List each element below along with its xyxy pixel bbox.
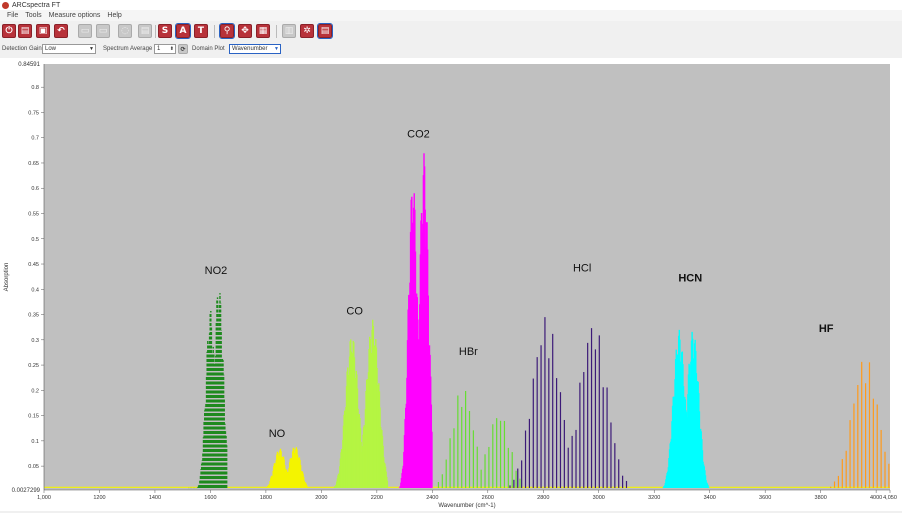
annotation-co2: CO2 (407, 129, 430, 141)
x-tick-label: 2600 (482, 495, 494, 501)
y-tick-label: 0.3 (31, 338, 39, 344)
x-tick-label: 2000 (315, 495, 327, 501)
x-tick-label: 1400 (149, 495, 161, 501)
print-icon[interactable]: ▤ (138, 24, 152, 38)
spectrum-average-label: Spectrum Average (103, 46, 153, 52)
y-max-label: 0.84591 (18, 62, 40, 68)
sample-button[interactable]: S (158, 24, 172, 38)
domain-plot-select[interactable]: Wavenumber ▼ (229, 44, 281, 54)
x-tick-label: 1800 (260, 495, 272, 501)
y-tick-label: 0.45 (28, 262, 39, 268)
spectrum-average-value: 1 (157, 46, 161, 52)
x-tick-label: 3200 (648, 495, 660, 501)
y-tick-label: 0.25 (28, 363, 39, 369)
power-icon[interactable]: ⏻ (2, 24, 16, 38)
y-ticks: 0.05 0.1 0.15 0.2 0.25 0.3 0.35 0.4 0.45 0.5 0.55 0… (28, 85, 44, 470)
layout-icon[interactable]: ▥ (282, 24, 296, 38)
x-tick-label: 1200 (93, 495, 105, 501)
plot-area: 0.05 0.1 0.15 0.2 0.25 0.3 0.35 0.4 0.45 0.5 0.55 0… (0, 58, 902, 511)
options-bar: Detection Gain Low ▼ Spectrum Average 1 … (0, 43, 902, 57)
y-tick-label: 0.8 (31, 85, 39, 91)
x-tick-label: 3400 (704, 495, 716, 501)
x-tick-label: 2200 (371, 495, 383, 501)
apply-average-icon[interactable]: ⟳ (178, 44, 188, 54)
x-tick-label: 3800 (815, 495, 827, 501)
copy-icon[interactable]: ▭ (78, 24, 92, 38)
x-tick-label: 4,050 (883, 495, 897, 501)
app-icon (2, 1, 9, 9)
zoom-icon[interactable]: ⚲ (219, 23, 235, 39)
annotation-hcn: HCN (678, 273, 702, 285)
save-icon[interactable]: ▣ (36, 24, 50, 38)
plot-background (44, 64, 890, 490)
x-ticks: 1,000 1200 1400 1600 1800 2000 2200 2400 2600 280… (37, 490, 897, 501)
annotation-no2: NO2 (205, 265, 228, 277)
spectrum-average-stepper[interactable]: 1 ⬍ (154, 44, 176, 54)
paste-icon[interactable]: ▭ (96, 24, 110, 38)
y-tick-label: 0.5 (31, 237, 39, 243)
y-min-label: 0.0027299 (12, 488, 41, 494)
window-title: ARCspectra FT (12, 1, 61, 9)
y-tick-label: 0.7 (31, 136, 39, 142)
x-tick-label: 2400 (426, 495, 438, 501)
detection-gain-label: Detection Gain (2, 46, 42, 52)
chevron-down-icon: ▼ (274, 46, 279, 52)
x-tick-label: 4000 (870, 495, 882, 501)
y-tick-label: 0.55 (28, 212, 39, 218)
y-tick-label: 0.05 (28, 464, 39, 470)
undo-icon[interactable]: ↶ (54, 24, 68, 38)
tools-icon[interactable]: ✲ (300, 24, 314, 38)
spectrum-chart[interactable]: 0.05 0.1 0.15 0.2 0.25 0.3 0.35 0.4 0.45 0.5 0.55 0… (0, 58, 902, 511)
open-folder-icon[interactable]: ▤ (18, 24, 32, 38)
x-tick-label: 3000 (593, 495, 605, 501)
toolbar-divider (155, 25, 156, 38)
x-axis-title: Wavenumber (cm^-1) (438, 503, 495, 509)
y-tick-label: 0.15 (28, 414, 39, 420)
chevron-down-icon: ▼ (89, 46, 94, 52)
x-tick-label: 1600 (204, 495, 216, 501)
y-tick-label: 0.1 (31, 439, 39, 445)
menu-help[interactable]: Help (107, 12, 121, 19)
save-view-icon[interactable]: ▦ (256, 24, 270, 38)
domain-plot-label: Domain Plot (192, 46, 225, 52)
y-axis-title: Absorption (4, 263, 10, 292)
stepper-arrows-icon: ⬍ (169, 46, 174, 52)
annotation-hf: HF (819, 323, 834, 335)
y-tick-label: 0.35 (28, 313, 39, 319)
detection-gain-value: Low (45, 46, 57, 52)
detection-gain-select[interactable]: Low ▼ (42, 44, 96, 54)
toolbar-divider (276, 25, 277, 38)
y-tick-label: 0.2 (31, 388, 39, 394)
menu-bar: File Tools Measure options Help (0, 10, 902, 21)
transmittance-button[interactable]: T (194, 24, 208, 38)
menu-measure-options[interactable]: Measure options (49, 12, 101, 19)
menu-file[interactable]: File (7, 12, 18, 19)
y-tick-label: 0.65 (28, 161, 39, 167)
menu-tools[interactable]: Tools (25, 12, 41, 19)
x-tick-label: 3600 (759, 495, 771, 501)
annotation-hbr: HBr (459, 346, 478, 358)
absorbance-button[interactable]: A (175, 23, 191, 39)
pan-icon[interactable]: ✥ (238, 24, 252, 38)
x-tick-label: 1,000 (37, 495, 51, 501)
y-tick-label: 0.6 (31, 186, 39, 192)
toolbar: ⏻ ▤ ▣ ↶ ▭ ▭ ◌ ▤ S A T ⚲ ✥ ▦ ▥ ✲ ▤ (0, 22, 902, 43)
annotation-co: CO (346, 306, 363, 318)
annotation-hcl: HCl (573, 263, 591, 275)
lightbulb-icon[interactable]: ◌ (118, 24, 132, 38)
x-tick-label: 2800 (537, 495, 549, 501)
report-icon[interactable]: ▤ (317, 23, 333, 39)
annotation-no: NO (269, 428, 286, 440)
y-tick-label: 0.75 (28, 110, 39, 116)
domain-plot-value: Wavenumber (232, 46, 268, 52)
y-tick-label: 0.4 (31, 287, 39, 293)
toolbar-divider (214, 25, 215, 38)
title-bar: ARCspectra FT (0, 0, 902, 10)
